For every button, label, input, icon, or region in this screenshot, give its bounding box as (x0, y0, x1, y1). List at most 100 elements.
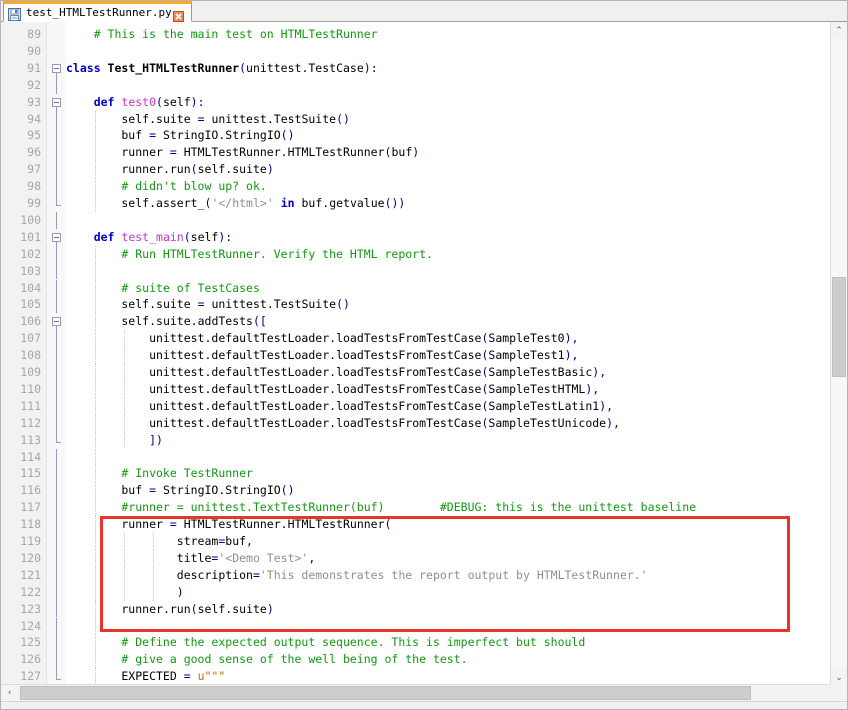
code-line[interactable]: unittest.defaultTestLoader.loadTestsFrom… (66, 398, 613, 415)
code-line[interactable]: self.suite = unittest.TestSuite() (66, 296, 350, 313)
code-token-id: defaultTestLoader (211, 398, 330, 413)
code-line[interactable]: unittest.defaultTestLoader.loadTestsFrom… (66, 364, 606, 381)
scroll-up-arrow-icon[interactable]: ⌃ (831, 22, 847, 39)
code-line[interactable]: self.suite = unittest.TestSuite() (66, 111, 350, 128)
code-token-op: = (149, 128, 163, 143)
code-token-op: () (280, 483, 295, 498)
code-token-id: description (66, 567, 253, 582)
fold-toggle-icon[interactable] (52, 232, 61, 242)
code-line[interactable]: class Test_HTMLTestRunner(unittest.TestC… (66, 60, 378, 77)
code-token-id: StringIO (225, 483, 281, 498)
fold-toggle-icon[interactable] (52, 63, 61, 73)
code-token-str: '</html>' (211, 196, 274, 210)
code-token-op: ) (266, 601, 274, 616)
line-number: 127 (20, 669, 41, 684)
line-number: 115 (20, 466, 41, 481)
scrollbar-corner (830, 684, 847, 701)
line-number: 117 (20, 500, 41, 515)
code-token-id: self (190, 229, 219, 244)
code-line[interactable]: unittest.defaultTestLoader.loadTestsFrom… (66, 347, 578, 364)
code-token-op: = (149, 483, 163, 498)
code-line[interactable]: # give a good sense of the well being of… (66, 651, 468, 668)
code-line[interactable]: description='This demonstrates the repor… (66, 567, 648, 584)
close-icon[interactable] (172, 7, 184, 22)
code-line[interactable]: unittest.defaultTestLoader.loadTestsFrom… (66, 415, 620, 432)
code-token-op: () (336, 111, 350, 126)
tab-test-htmltestrunner-py[interactable]: test_HTMLTestRunner.py (3, 1, 192, 22)
vertical-scrollbar[interactable]: ⌃ ⌄ (830, 22, 847, 686)
code-token-id: self (197, 162, 226, 177)
code-line[interactable]: # Define the expected output sequence. T… (66, 634, 585, 651)
scroll-left-arrow-icon[interactable]: ‹ (1, 685, 18, 701)
code-line[interactable]: unittest.defaultTestLoader.loadTestsFrom… (66, 330, 578, 347)
code-line[interactable]: ) (66, 584, 184, 601)
code-token-id (66, 230, 94, 244)
code-line[interactable]: # didn't blow up? ok. (66, 178, 266, 195)
code-line[interactable]: runner.run(self.suite) (66, 161, 273, 178)
code-line[interactable]: runner.run(self.suite) (66, 601, 274, 618)
vertical-scroll-track[interactable] (831, 39, 847, 669)
code-token-op: ( (384, 517, 392, 532)
fold-connector-line (56, 600, 57, 618)
code-line[interactable]: self.assert_('</html>' in buf.getvalue()… (66, 195, 405, 212)
code-token-id (66, 585, 177, 599)
code-line[interactable]: buf = StringIO.StringIO() (66, 482, 295, 499)
code-token-id: SampleTestLatin1 (488, 398, 600, 413)
code-line[interactable]: title='<Demo Test>', (66, 550, 316, 567)
code-line[interactable]: # Invoke TestRunner (66, 465, 253, 482)
fold-connector-line (56, 161, 57, 179)
code-line[interactable]: # This is the main test on HTMLTestRunne… (66, 26, 378, 43)
code-token-op: ), (564, 331, 579, 346)
code-line[interactable]: # Run HTMLTestRunner. Verify the HTML re… (66, 246, 433, 263)
code-token-ustr: u""" (197, 669, 226, 684)
line-number: 92 (27, 77, 41, 92)
fold-toggle-icon[interactable] (52, 317, 61, 327)
horizontal-scroll-thumb[interactable] (20, 686, 751, 700)
code-token-id: runner (66, 517, 170, 532)
editor-viewport[interactable]: 89 90 91 92 93 94 95 96 97 98 99 100 101 102 103 104 105… (1, 22, 847, 686)
code-token-id: SampleTestBasic (488, 365, 593, 379)
code-token-id: buf (66, 483, 150, 498)
line-number: 104 (20, 280, 41, 295)
code-token-id: . (149, 314, 157, 329)
horizontal-scrollbar[interactable]: ‹ › (1, 684, 847, 701)
code-line[interactable]: buf = StringIO.StringIO() (66, 127, 294, 144)
code-token-id: StringIO (225, 128, 281, 143)
code-token-id: . (266, 111, 274, 126)
code-line[interactable]: # suite of TestCases (66, 280, 259, 297)
code-token-id: unittest (66, 331, 205, 346)
code-line[interactable]: stream=buf, (66, 533, 253, 550)
code-line[interactable]: def test_main(self): (66, 229, 233, 246)
code-line[interactable]: ]) (66, 432, 163, 449)
code-line[interactable]: self.suite.addTests([ (66, 313, 266, 330)
code-text-area[interactable]: # This is the main test on HTMLTestRunne… (66, 22, 847, 686)
line-number: 100 (20, 212, 41, 227)
code-line[interactable]: runner = HTMLTestRunner.HTMLTestRunner( (66, 516, 391, 533)
line-number: 91 (27, 60, 41, 75)
status-bar (1, 701, 847, 709)
code-token-id: unittest (66, 415, 205, 430)
code-token-id: defaultTestLoader (211, 331, 330, 346)
code-folding-column[interactable] (47, 22, 66, 686)
code-token-id: HTMLTestRunner (287, 517, 385, 532)
code-token-kw: class (66, 60, 108, 75)
fold-toggle-icon[interactable] (52, 97, 61, 107)
tab-label: test_HTMLTestRunner.py (26, 6, 172, 19)
code-token-id: self (66, 314, 150, 329)
code-token-com: # give a good sense of the well being of… (121, 652, 468, 667)
code-token-id: assert_ (156, 196, 205, 210)
code-line[interactable]: #runner = unittest.TextTestRunner(buf) #… (66, 499, 696, 516)
line-number: 105 (20, 297, 41, 312)
fold-connector-line (56, 211, 57, 229)
code-line[interactable]: EXPECTED = u""" (66, 668, 225, 685)
indent-guide (94, 448, 97, 466)
line-number: 103 (20, 263, 41, 278)
code-token-id: self (66, 196, 150, 210)
code-line[interactable]: def test0(self): (66, 94, 205, 111)
fold-connector-line (56, 380, 57, 398)
code-line[interactable]: unittest.defaultTestLoader.loadTestsFrom… (66, 381, 599, 398)
line-number: 101 (20, 229, 41, 244)
vertical-scroll-thumb[interactable] (832, 277, 846, 377)
line-number: 118 (20, 517, 41, 532)
code-line[interactable]: runner = HTMLTestRunner.HTMLTestRunner(b… (66, 144, 419, 161)
